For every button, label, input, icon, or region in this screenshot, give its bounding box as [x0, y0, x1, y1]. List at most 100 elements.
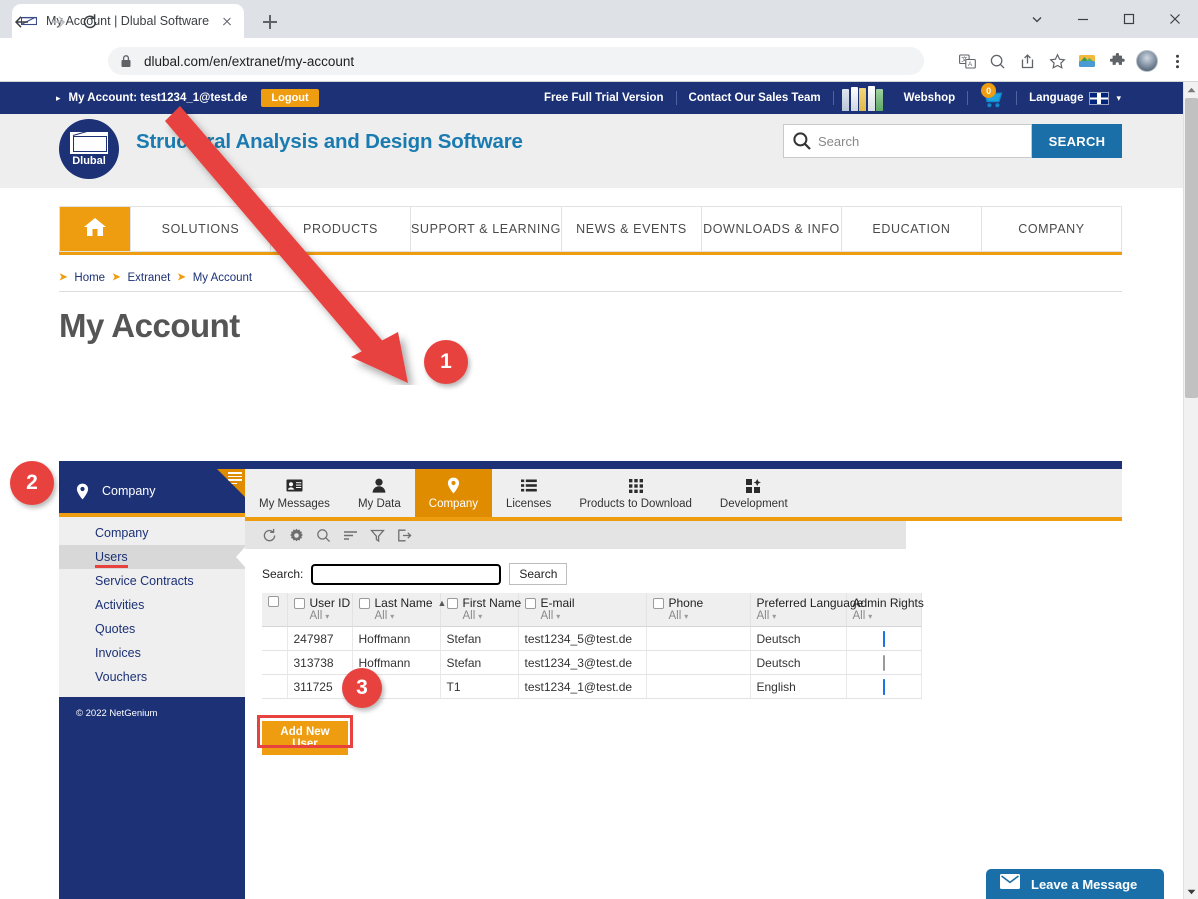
table-row[interactable]: 247987 Hoffmann Stefan test1234_5@test.d…	[262, 627, 921, 651]
search-button[interactable]: SEARCH	[1032, 124, 1122, 158]
column-checkbox[interactable]	[447, 598, 458, 609]
puzzle-extension-icon[interactable]	[1104, 48, 1130, 74]
nav-item-downloads-info[interactable]: DOWNLOADS & INFO	[701, 207, 841, 251]
column-email[interactable]: E-mail All▾	[518, 593, 646, 627]
nav-item-company[interactable]: COMPANY	[981, 207, 1121, 251]
column-label: Preferred Language	[757, 596, 864, 610]
sidebar-item-company[interactable]: Company	[59, 521, 245, 545]
column-user-id[interactable]: User ID All▾	[287, 593, 352, 627]
select-all-checkbox[interactable]	[268, 596, 279, 607]
reload-icon[interactable]	[78, 10, 102, 34]
photo-extension-icon[interactable]	[1074, 48, 1100, 74]
search-input[interactable]: Search	[783, 124, 1032, 158]
nav-item-education[interactable]: EDUCATION	[841, 207, 981, 251]
scroll-down-arrow-icon[interactable]	[1184, 884, 1198, 899]
admin-rights-checkbox[interactable]	[883, 655, 885, 671]
breadcrumb-item-extranet[interactable]: Extranet	[127, 272, 170, 284]
sidebar-item-activities[interactable]: Activities	[59, 593, 245, 617]
tab-my-messages[interactable]: My Messages	[245, 469, 344, 517]
tab-list-chevron-icon[interactable]	[1014, 0, 1060, 38]
main-navigation: SOLUTIONS PRODUCTS SUPPORT & LEARNING NE…	[59, 206, 1122, 252]
column-preferred-language[interactable]: Preferred Language All▾	[750, 593, 846, 627]
dlubal-logo[interactable]: Dlubal	[59, 119, 119, 179]
nav-item-support-learning[interactable]: SUPPORT & LEARNING	[410, 207, 561, 251]
nav-item-news-events[interactable]: NEWS & EVENTS	[561, 207, 701, 251]
breadcrumb-item-home[interactable]: Home	[74, 272, 105, 284]
grid-search-input[interactable]	[311, 564, 501, 585]
tab-my-data[interactable]: My Data	[344, 469, 415, 517]
share-icon[interactable]	[1014, 48, 1040, 74]
row-select-cell[interactable]	[262, 651, 287, 675]
column-filter-last-name[interactable]: All▾	[359, 610, 434, 622]
sidebar-item-users[interactable]: Users	[59, 545, 245, 569]
admin-rights-checkbox[interactable]	[883, 679, 885, 695]
scrollbar-thumb[interactable]	[1185, 98, 1198, 398]
free-trial-link[interactable]: Free Full Trial Version	[532, 92, 676, 104]
column-checkbox[interactable]	[653, 598, 664, 609]
search-icon[interactable]	[316, 528, 331, 543]
row-select-cell[interactable]	[262, 675, 287, 699]
page-scrollbar[interactable]	[1183, 82, 1198, 899]
three-dot-menu-icon[interactable]	[1164, 48, 1190, 74]
address-bar[interactable]: dlubal.com/en/extranet/my-account	[108, 47, 924, 75]
cart-button[interactable]: 0	[974, 85, 1010, 111]
new-tab-button[interactable]	[256, 8, 284, 36]
sort-icon[interactable]	[343, 528, 358, 543]
scroll-up-arrow-icon[interactable]	[1184, 82, 1198, 97]
select-all-header[interactable]	[262, 593, 287, 627]
webshop-link[interactable]: Webshop	[892, 92, 968, 104]
nav-item-solutions[interactable]: SOLUTIONS	[130, 207, 270, 251]
column-filter-phone[interactable]: All▾	[653, 610, 744, 622]
column-checkbox[interactable]	[294, 598, 305, 609]
star-icon[interactable]	[1044, 48, 1070, 74]
admin-rights-checkbox[interactable]	[883, 631, 885, 647]
sidebar-item-vouchers[interactable]: Vouchers	[59, 665, 245, 689]
column-filter-email[interactable]: All▾	[525, 610, 640, 622]
home-icon	[82, 215, 108, 244]
profile-avatar[interactable]	[1134, 48, 1160, 74]
close-icon[interactable]	[218, 12, 236, 30]
row-select-cell[interactable]	[262, 627, 287, 651]
column-filter-language[interactable]: All▾	[757, 610, 840, 622]
leave-a-message-widget[interactable]: Leave a Message	[986, 869, 1164, 899]
column-first-name[interactable]: First Name All▾	[440, 593, 518, 627]
tab-products-to-download[interactable]: Products to Download	[565, 469, 706, 517]
column-checkbox[interactable]	[359, 598, 370, 609]
nav-item-products[interactable]: PRODUCTS	[270, 207, 410, 251]
column-last-name[interactable]: Last Name▲ All▾	[352, 593, 440, 627]
column-filter-user-id[interactable]: All▾	[294, 610, 346, 622]
gear-icon[interactable]	[289, 528, 304, 543]
language-label[interactable]: Language	[1017, 92, 1083, 104]
column-filter-first-name[interactable]: All▾	[447, 610, 512, 622]
annotation-badge-2: 2	[10, 461, 54, 505]
column-admin-rights[interactable]: Admin Rights All▾	[846, 593, 921, 627]
product-boxes-icon[interactable]	[842, 85, 884, 111]
chevron-down-icon[interactable]: ▾	[1116, 93, 1121, 104]
tab-development[interactable]: Development	[706, 469, 802, 517]
breadcrumb-item-my-account[interactable]: My Account	[193, 272, 252, 284]
column-checkbox[interactable]	[525, 598, 536, 609]
refresh-icon[interactable]	[262, 528, 277, 543]
minimize-icon[interactable]	[1060, 0, 1106, 38]
tab-label: My Messages	[259, 498, 330, 510]
translate-icon[interactable]: 文A	[954, 48, 980, 74]
grid-search-button[interactable]: Search	[509, 563, 567, 585]
column-filter-admin[interactable]: All▾	[853, 610, 915, 622]
export-icon[interactable]	[397, 528, 412, 543]
logout-button[interactable]: Logout	[261, 89, 318, 107]
sidebar-item-quotes[interactable]: Quotes	[59, 617, 245, 641]
maximize-icon[interactable]	[1106, 0, 1152, 38]
contact-sales-link[interactable]: Contact Our Sales Team	[677, 92, 833, 104]
column-phone[interactable]: Phone All▾	[646, 593, 750, 627]
close-icon[interactable]	[1152, 0, 1198, 38]
sidebar-item-label: Activities	[95, 598, 144, 612]
tab-licenses[interactable]: Licenses	[492, 469, 565, 517]
sidebar-item-invoices[interactable]: Invoices	[59, 641, 245, 665]
filter-icon[interactable]	[370, 528, 385, 543]
sidebar-item-label: Invoices	[95, 646, 141, 660]
tab-company[interactable]: Company	[415, 469, 492, 517]
page-search-icon[interactable]	[984, 48, 1010, 74]
nav-item-home[interactable]	[60, 207, 130, 251]
sidebar-item-service-contracts[interactable]: Service Contracts	[59, 569, 245, 593]
back-arrow-icon[interactable]	[10, 10, 34, 34]
